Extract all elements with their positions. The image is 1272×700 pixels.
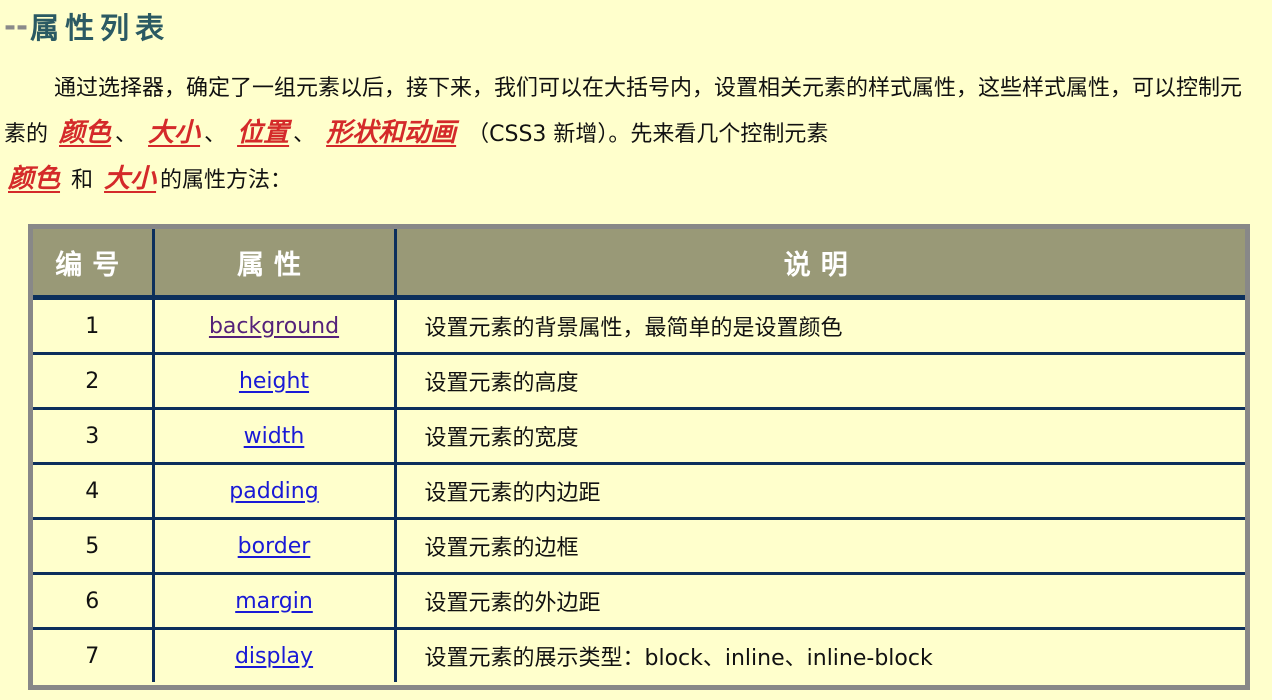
table-row: 5 border 设置元素的边框 bbox=[33, 517, 1245, 574]
heading-prefix: -- bbox=[4, 9, 29, 43]
property-link-padding[interactable]: padding bbox=[229, 479, 318, 504]
row-description: 设置元素的背景属性，最简单的是设置颜色 bbox=[393, 297, 1245, 354]
row-description: 设置元素的展示类型：block、inline、inline-block bbox=[393, 627, 1245, 682]
row-number: 3 bbox=[33, 407, 153, 464]
header-property: 属性 bbox=[151, 229, 395, 300]
intro-paragraph: 通过选择器，确定了一组元素以后，接下来，我们可以在大括号内，设置相关元素的样式属… bbox=[4, 66, 1244, 203]
table-row: 1 background 设置元素的背景属性，最简单的是设置颜色 bbox=[33, 297, 1245, 354]
table-row: 3 width 设置元素的宽度 bbox=[33, 407, 1245, 464]
property-link-background[interactable]: background bbox=[209, 314, 339, 339]
intro-sep-1: 、 bbox=[115, 122, 138, 147]
property-link-width[interactable]: width bbox=[244, 424, 305, 449]
header-number: 编号 bbox=[33, 229, 153, 300]
highlight-color: 颜色 bbox=[59, 118, 112, 148]
intro-sep-3: 、 bbox=[293, 122, 316, 147]
property-link-margin[interactable]: margin bbox=[235, 589, 313, 614]
row-number: 2 bbox=[33, 352, 153, 409]
row-description: 设置元素的内边距 bbox=[393, 462, 1245, 519]
property-link-display[interactable]: display bbox=[235, 644, 313, 669]
table-row: 4 padding 设置元素的内边距 bbox=[33, 462, 1245, 519]
intro-text-4: 的属性方法： bbox=[160, 168, 293, 193]
row-description: 设置元素的高度 bbox=[393, 352, 1245, 409]
intro-text-3: 和 bbox=[71, 168, 94, 193]
highlight-color-2: 颜色 bbox=[8, 164, 61, 194]
highlight-size: 大小 bbox=[148, 118, 201, 148]
intro-sep-2: 、 bbox=[204, 122, 227, 147]
row-description: 设置元素的外边距 bbox=[393, 572, 1245, 629]
highlight-position: 位置 bbox=[237, 118, 290, 148]
section-heading: -- 属性列表 bbox=[4, 8, 171, 45]
row-number: 1 bbox=[85, 313, 100, 339]
row-description: 设置元素的宽度 bbox=[393, 407, 1245, 464]
property-link-border[interactable]: border bbox=[238, 534, 311, 559]
row-number: 7 bbox=[33, 627, 153, 682]
property-table: 编号 属性 说明 1 background 设置元素的背景属性，最简单的是设置颜… bbox=[33, 229, 1245, 682]
table-header-row: 编号 属性 说明 bbox=[33, 229, 1245, 300]
header-description: 说明 bbox=[393, 229, 1245, 300]
row-number: 6 bbox=[33, 572, 153, 629]
intro-text-2: （CSS3 新增）。先来看几个控制元素 bbox=[467, 122, 829, 147]
row-number: 4 bbox=[33, 462, 153, 519]
heading-title: 属性列表 bbox=[30, 11, 171, 45]
highlight-shape-animation: 形状和动画 bbox=[326, 118, 457, 148]
highlight-size-2: 大小 bbox=[104, 164, 157, 194]
row-description: 设置元素的边框 bbox=[393, 517, 1245, 574]
table-row: 6 margin 设置元素的外边距 bbox=[33, 572, 1245, 629]
table-row: 7 display 设置元素的展示类型：block、inline、inline-… bbox=[33, 627, 1245, 682]
property-link-height[interactable]: height bbox=[239, 369, 309, 394]
row-number: 5 bbox=[33, 517, 153, 574]
table-row: 2 height 设置元素的高度 bbox=[33, 352, 1245, 409]
property-table-wrapper: 编号 属性 说明 1 background 设置元素的背景属性，最简单的是设置颜… bbox=[28, 224, 1250, 690]
